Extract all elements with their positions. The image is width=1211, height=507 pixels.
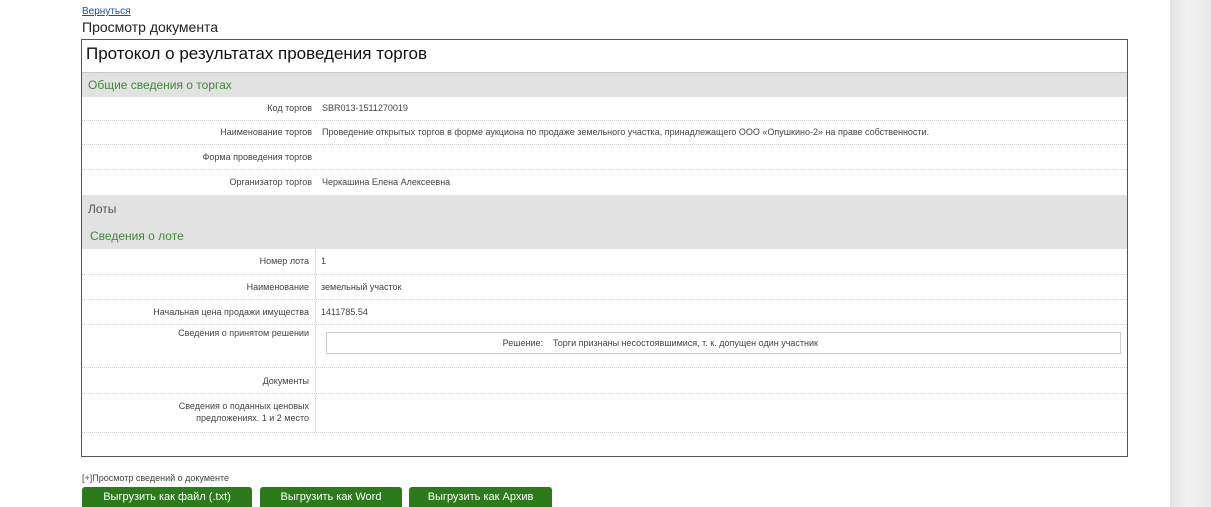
toggle-document-info-link[interactable]: [+]Просмотр сведений о документе [82,473,229,483]
row-value: земельный участок [321,282,402,292]
lot-row: Наименование земельный участок [82,275,1127,300]
row-label: Сведения о принятом решении [82,325,316,367]
decision-box: Решение: Торги признаны несостоявшимися,… [326,332,1121,354]
scrollbar[interactable] [1170,0,1211,507]
row-label: Форма проведения торгов [202,152,312,162]
lot-details-heading: Сведения о лоте [82,223,1127,249]
row-value: 1411785.54 [321,307,368,317]
document-title: Протокол о результатах проведения торгов [82,40,1127,73]
row-label: Организатор торгов [229,177,312,187]
document-panel: Протокол о результатах проведения торгов… [81,39,1128,457]
lot-row: Сведения о поданных ценовых предложениях… [82,394,1127,433]
info-row: Форма проведения торгов [82,145,1127,170]
info-row: Наименование торгов Проведение открытых … [82,121,1127,145]
decision-value: Торги признаны несостоявшимися, т. к. до… [553,338,818,348]
back-link[interactable]: Вернуться [82,6,131,17]
row-label: Номер лота [82,249,316,274]
general-section-heading: Общие сведения о торгах [82,73,1127,97]
row-label: Код торгов [267,103,312,113]
row-label: Наименование [82,275,316,299]
row-label: Начальная цена продажи имущества [82,300,316,324]
lot-row: Сведения о принятом решении Решение: Тор… [82,325,1127,368]
decision-cell: Решение: Торги признаны несостоявшимися,… [316,325,1121,367]
export-word-button[interactable]: Выгрузить как Word [260,487,402,507]
export-txt-button[interactable]: Выгрузить как файл (.txt) [82,487,252,507]
info-row: Код торгов SBR013-1511270019 [82,97,1127,121]
page: Вернуться Просмотр документа Протокол о … [0,0,1170,507]
lots-section-heading: Лоты [82,195,1127,223]
row-value: Черкашина Елена Алексеевна [322,177,451,187]
row-value [316,368,321,393]
view-title: Просмотр документа [82,19,219,35]
lot-row: Документы [82,368,1127,394]
row-value: SBR013-1511270019 [322,103,408,113]
row-value: Проведение открытых торгов в форме аукци… [322,127,930,137]
row-value: 1 [321,256,327,266]
info-row: Организатор торгов Черкашина Елена Алекс… [82,170,1127,195]
row-label: Наименование торгов [220,127,312,137]
row-label: Документы [82,368,316,393]
lot-row: Начальная цена продажи имущества 1411785… [82,300,1127,325]
decision-label: Решение: [502,338,543,348]
lot-row: Номер лота 1 [82,249,1127,275]
row-value [316,394,321,432]
export-archive-button[interactable]: Выгрузить как Архив [409,487,552,507]
row-value [318,145,322,169]
row-label: Сведения о поданных ценовых предложениях… [82,394,316,432]
